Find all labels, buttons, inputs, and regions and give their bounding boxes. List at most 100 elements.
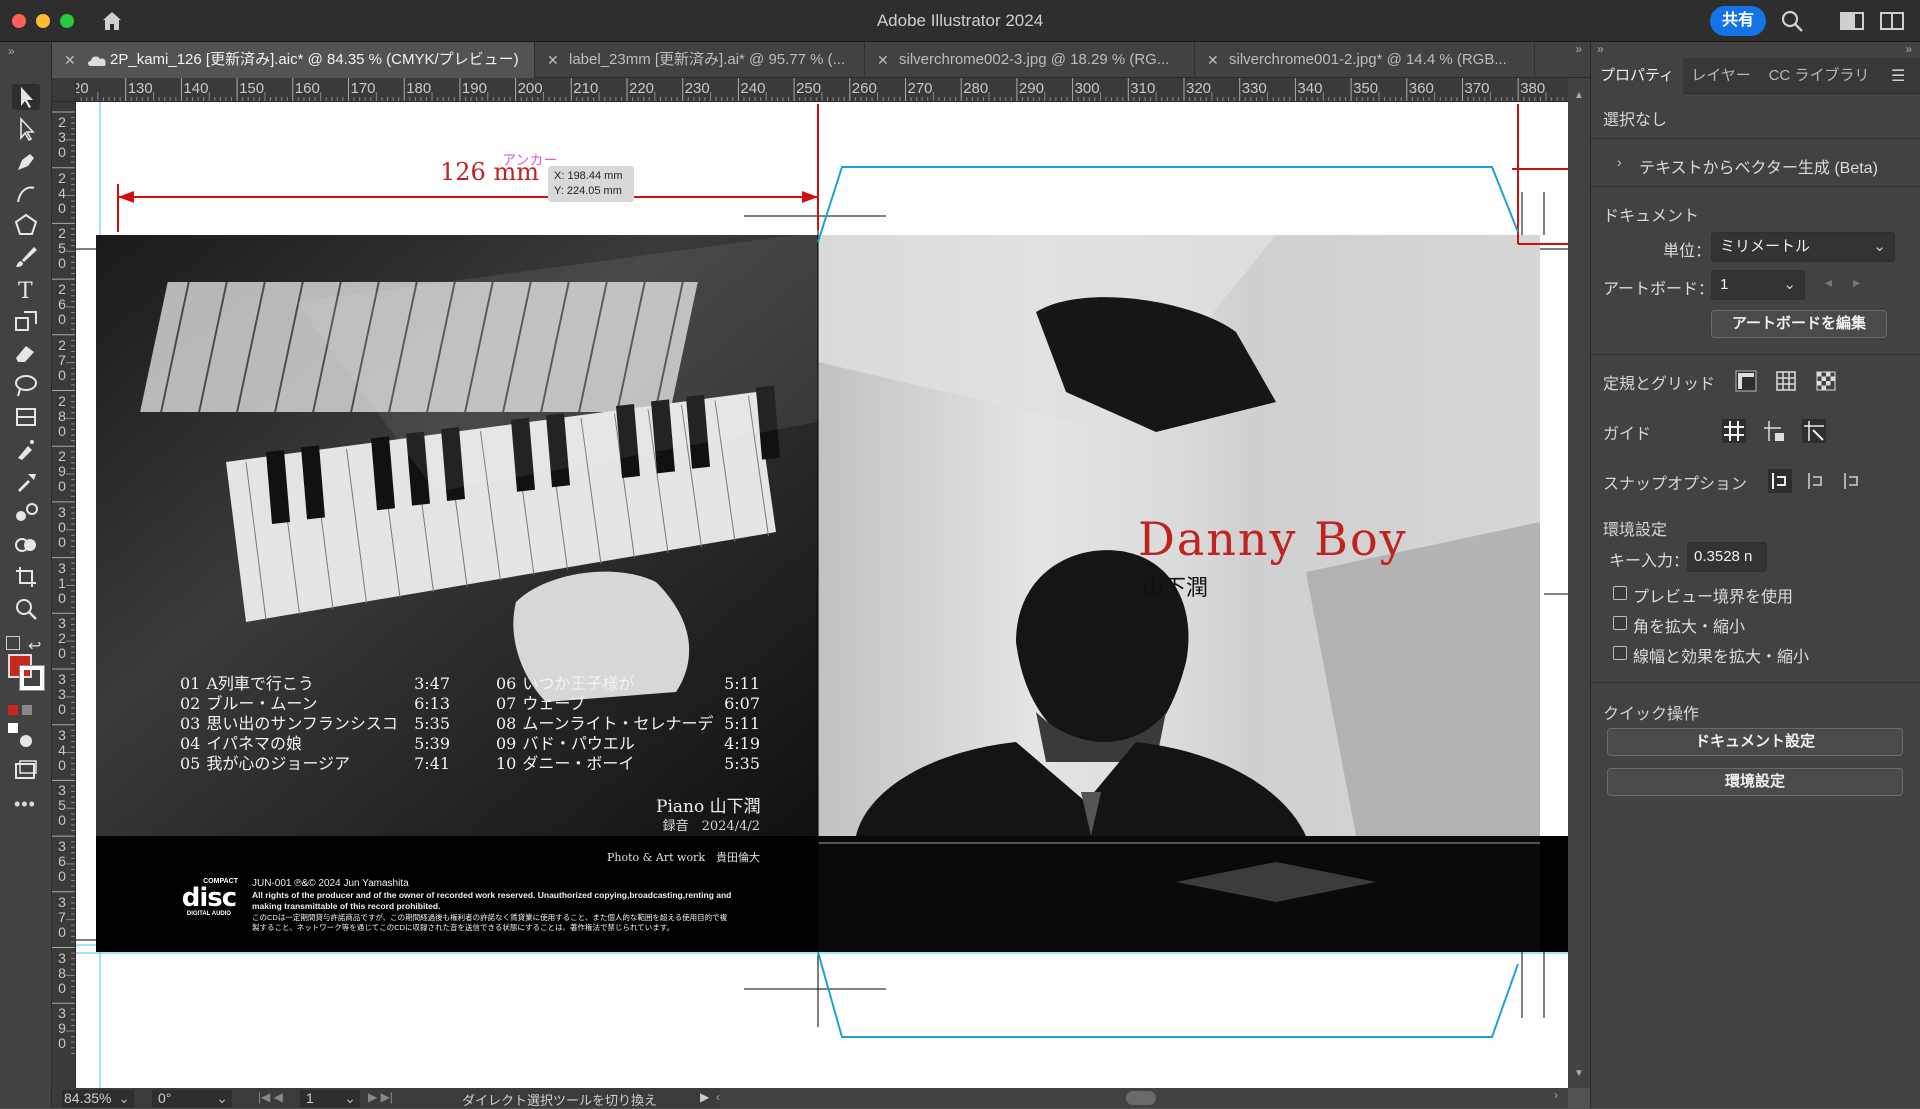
tab-layers[interactable]: レイヤー — [1683, 58, 1759, 94]
color-mode-icons[interactable] — [8, 702, 44, 733]
transform-tool[interactable] — [12, 308, 40, 334]
curvature-icon — [17, 186, 35, 203]
tab-silverchrome001[interactable]: ✕ silverchrome001-2.jpg* @ 14.4 % (RGB... — [1195, 42, 1535, 78]
text-to-vector-section[interactable]: テキストからベクター生成 (Beta) — [1639, 154, 1878, 178]
home-icon[interactable] — [100, 9, 124, 33]
edit-artboards-button[interactable]: アートボードを編集 — [1711, 310, 1887, 338]
scroll-right-icon[interactable]: › — [1554, 1088, 1558, 1102]
recording-date[interactable]: 録音 2024/4/2 — [616, 815, 760, 834]
last-artboard-icon[interactable]: ▶ ▶| — [368, 1090, 393, 1104]
close-window-button[interactable] — [12, 14, 26, 28]
artboard-select[interactable]: 1 ⌄ — [1711, 270, 1805, 300]
scroll-left-icon[interactable]: ‹ — [716, 1090, 720, 1104]
drawing-mode-tool[interactable] — [12, 728, 40, 754]
scale-corners-checkbox[interactable] — [1613, 616, 1627, 630]
grid-toggle-icon[interactable] — [1773, 368, 1799, 394]
snap-to-pixel-icon[interactable] — [1803, 468, 1829, 494]
previous-artboard-icon[interactable]: ◂ — [1825, 274, 1832, 291]
shape-tool[interactable] — [12, 212, 40, 238]
workspace-layout-icon[interactable] — [1840, 10, 1864, 32]
canvas[interactable]: 126 mm アンカー X: 198.44 mm Y: 224.05 mm 01… — [76, 102, 1568, 1088]
lock-guides-icon[interactable] — [1761, 418, 1787, 444]
screen-mode-icon — [15, 760, 37, 779]
arrange-documents-icon[interactable] — [1880, 10, 1904, 32]
close-tab-icon[interactable]: ✕ — [877, 42, 889, 78]
close-tab-icon[interactable]: ✕ — [64, 42, 76, 78]
collapse-toolbar-icon[interactable]: » — [8, 44, 15, 58]
photo-credit[interactable]: Photo & Art work 貴田倫大 — [536, 849, 760, 865]
snap-to-glyph-icon[interactable] — [1839, 468, 1865, 494]
tab-label-23mm[interactable]: ✕ label_23mm [更新済み].ai* @ 95.77 % (... — [535, 42, 865, 78]
tab-silverchrome002[interactable]: ✕ silverchrome002-3.jpg @ 18.29 % (RG... — [865, 42, 1195, 78]
tab-cc-libraries[interactable]: CC ライブラリ — [1759, 58, 1879, 94]
tab-2p-kami[interactable]: ✕ 2P_kami_126 [更新済み].aic* @ 84.35 % (CMYK… — [52, 42, 535, 78]
artboard-tool[interactable] — [12, 404, 40, 430]
crop-tool[interactable] — [12, 564, 40, 590]
scroll-thumb[interactable] — [1126, 1091, 1156, 1105]
ruler-label: 150 — [239, 80, 265, 97]
shape-builder-tool[interactable] — [12, 532, 40, 558]
horizontal-scrollbar[interactable]: › — [720, 1088, 1568, 1108]
smart-guides-icon[interactable] — [1801, 418, 1827, 444]
swap-colors-icon[interactable]: ↩ — [28, 636, 41, 656]
eraser-tool[interactable] — [12, 340, 40, 366]
tab-properties[interactable]: プロパティ — [1591, 58, 1683, 94]
artboard-navigation-field[interactable]: 1 ⌄ — [300, 1090, 360, 1108]
panel-menu-icon[interactable]: ☰ — [1891, 66, 1905, 86]
album-artist[interactable]: 山下潤 — [1142, 570, 1208, 602]
snap-to-point-icon[interactable] — [1767, 468, 1793, 494]
lasso-tool[interactable] — [12, 372, 40, 398]
piano-credit[interactable]: Piano 山下潤 — [656, 792, 761, 817]
blend-icon — [16, 503, 38, 521]
unit-select[interactable]: ミリメートル ⌄ — [1711, 232, 1895, 262]
chevron-down-icon: ⌄ — [344, 1090, 356, 1106]
more-tools-icon[interactable]: ••• — [14, 794, 36, 815]
paintbrush-tool[interactable] — [12, 244, 40, 270]
ruler-origin[interactable] — [52, 78, 76, 102]
preview-bounds-checkbox[interactable] — [1613, 586, 1627, 600]
collapse-panel-icon[interactable]: » — [1597, 42, 1604, 56]
vertical-scrollbar[interactable]: ▲ ▼ — [1568, 78, 1590, 1088]
rotation-field[interactable]: 0° ⌄ — [152, 1090, 232, 1108]
album-title[interactable]: Danny Boy — [1138, 512, 1408, 566]
more-tabs-icon[interactable]: » — [1575, 42, 1582, 56]
document-setup-button[interactable]: ドキュメント設定 — [1607, 728, 1903, 756]
screen-mode-tool[interactable] — [12, 758, 40, 784]
track-duration: 6:07 — [724, 694, 760, 713]
pen-tool[interactable] — [12, 148, 40, 174]
vertical-ruler[interactable]: 230 240 250 260 270 280 290 300 310 320 330 340 350 3… — [52, 102, 76, 1088]
chevron-right-icon[interactable]: › — [1617, 154, 1622, 170]
eyedropper-tool[interactable] — [12, 468, 40, 494]
minimize-window-button[interactable] — [36, 14, 50, 28]
share-button[interactable]: 共有 — [1710, 6, 1766, 36]
scale-strokes-checkbox[interactable] — [1613, 646, 1627, 660]
default-colors-icon[interactable] — [6, 636, 20, 650]
symbol-sprayer-tool[interactable] — [12, 436, 40, 462]
curvature-tool[interactable] — [12, 180, 40, 206]
preferences-button[interactable]: 環境設定 — [1607, 768, 1903, 796]
close-tab-icon[interactable]: ✕ — [547, 42, 559, 78]
selection-tool[interactable] — [12, 84, 40, 110]
horizontal-ruler[interactable]: 20 130 140 150 160 170 180 190 200 210 220 230 240 25… — [52, 78, 1568, 102]
status-menu-icon[interactable]: ▶ — [700, 1090, 709, 1104]
scroll-down-icon[interactable]: ▼ — [1574, 1068, 1584, 1079]
direct-selection-tool[interactable] — [12, 116, 40, 142]
search-icon[interactable] — [1780, 10, 1804, 32]
next-artboard-icon[interactable]: ▸ — [1853, 274, 1860, 291]
transparency-grid-icon[interactable] — [1813, 368, 1839, 394]
scroll-up-icon[interactable]: ▲ — [1574, 90, 1584, 101]
stroke-color-swatch[interactable] — [20, 666, 44, 690]
close-tab-icon[interactable]: ✕ — [1207, 42, 1219, 78]
zoom-window-button[interactable] — [60, 14, 74, 28]
expand-panel-icon[interactable]: » — [1905, 42, 1912, 56]
ruler-label: 250 — [796, 80, 822, 97]
zoom-tool[interactable] — [12, 596, 40, 622]
zoom-level-field[interactable]: 84.35% ⌄ — [62, 1090, 134, 1108]
type-tool[interactable]: T — [12, 276, 40, 304]
first-artboard-icon[interactable]: |◀ ◀ — [258, 1090, 283, 1104]
key-increment-input[interactable]: 0.3528 n — [1687, 542, 1767, 572]
ruler-toggle-icon[interactable] — [1733, 368, 1759, 394]
ruler-label: 390 — [58, 1005, 66, 1052]
show-guides-icon[interactable] — [1721, 418, 1747, 444]
blend-tool[interactable] — [12, 500, 40, 526]
